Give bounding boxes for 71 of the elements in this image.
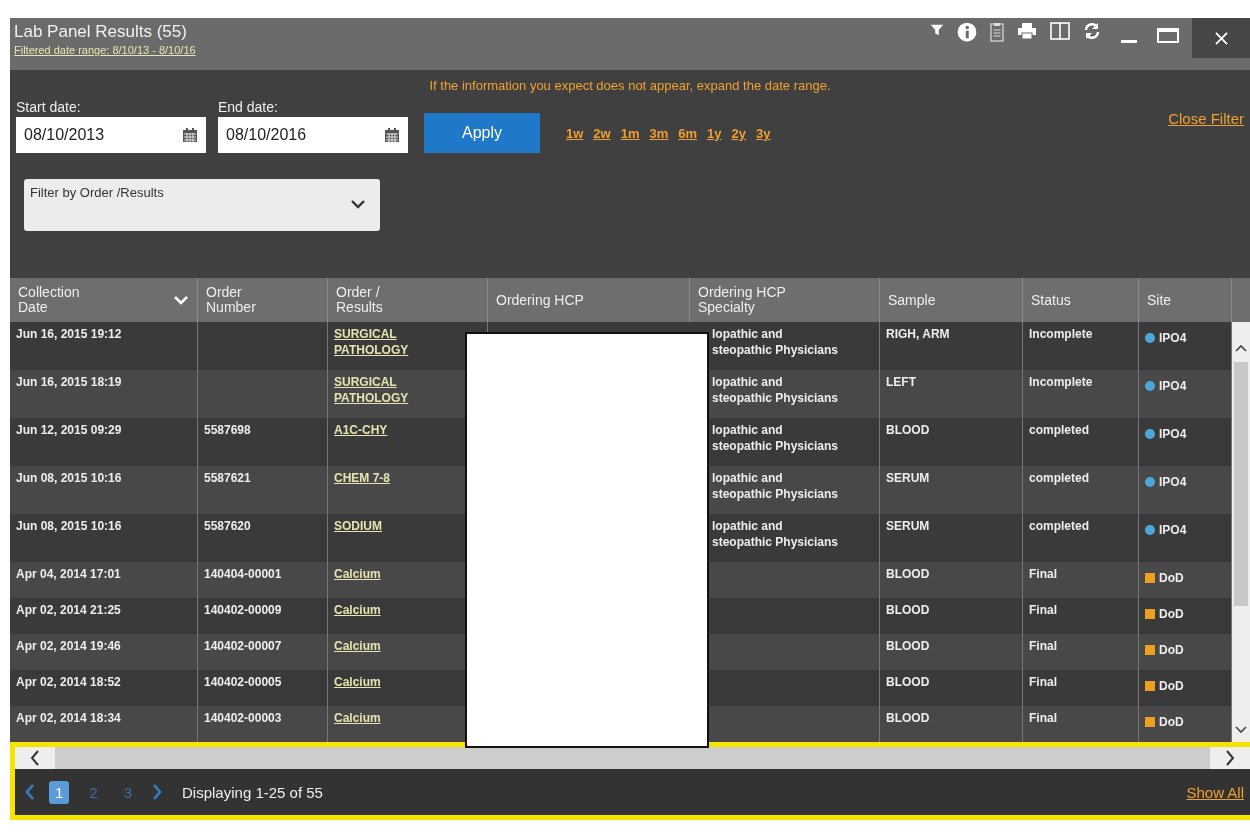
chevron-down-icon: [173, 295, 189, 305]
show-all-link[interactable]: Show All: [1186, 783, 1244, 801]
table-cell: lopathic and steopathic Physicians: [712, 375, 839, 405]
next-page-icon[interactable]: [152, 784, 163, 800]
order-results-dropdown[interactable]: Filter by Order /Results: [24, 179, 380, 231]
date-range-link[interactable]: 6m: [678, 126, 698, 141]
table-cell: lopathic and steopathic Physicians: [712, 519, 839, 549]
start-date-label: Start date:: [16, 99, 82, 115]
order-result-link[interactable]: Calcium: [334, 638, 381, 654]
order-result-link[interactable]: SURGICAL PATHOLOGY: [334, 326, 447, 358]
order-result-link[interactable]: A1C-CHY: [334, 422, 388, 438]
site-label: DoD: [1159, 714, 1184, 730]
close-filter-link[interactable]: Close Filter: [1168, 110, 1244, 127]
site-label: IPO4: [1159, 474, 1187, 490]
table-cell: Apr 02, 2014 18:34: [10, 706, 198, 742]
end-date-label: End date:: [218, 99, 279, 115]
date-range-notice: If the information you expect does not appear, expand the date range.: [428, 77, 832, 95]
date-range-link[interactable]: 3y: [756, 126, 771, 141]
chevron-down-icon[interactable]: [1235, 726, 1247, 734]
site-label: IPO4: [1159, 330, 1187, 346]
chevron-down-icon: [350, 199, 366, 209]
refresh-icon[interactable]: [1083, 22, 1101, 40]
order-result-link[interactable]: Calcium: [334, 674, 381, 690]
start-date-field[interactable]: 08/10/2013: [16, 117, 206, 153]
date-range-link[interactable]: 1m: [620, 126, 640, 141]
site-label: DoD: [1159, 642, 1184, 658]
info-icon[interactable]: [957, 22, 977, 42]
clipboard-icon[interactable]: [990, 22, 1004, 42]
page-number[interactable]: 1: [49, 780, 70, 804]
order-result-link[interactable]: Calcium: [334, 566, 381, 582]
date-range-link[interactable]: 1y: [707, 126, 722, 141]
site-label: DoD: [1159, 570, 1184, 586]
maximize-icon[interactable]: [1157, 26, 1179, 44]
filtered-date-range-link[interactable]: Filtered date range: 8/10/13 - 8/10/16: [14, 44, 196, 56]
date-range-link[interactable]: 2y: [731, 126, 746, 141]
close-button[interactable]: [1192, 18, 1250, 58]
date-range-link[interactable]: 2w: [593, 126, 611, 141]
table-cell: 140402-00003: [198, 706, 328, 742]
order-result-link[interactable]: SURGICAL PATHOLOGY: [334, 374, 447, 406]
apply-button[interactable]: Apply: [424, 113, 540, 153]
chevron-up-icon[interactable]: [1235, 344, 1247, 352]
chevron-right-icon[interactable]: [1225, 750, 1235, 766]
page-summary: Displaying 1-25 of 55: [182, 783, 323, 801]
site-label: IPO4: [1159, 426, 1187, 442]
order-result-link[interactable]: Calcium: [334, 710, 381, 726]
site-label: IPO4: [1159, 522, 1187, 538]
table-cell: lopathic and steopathic Physicians: [712, 471, 839, 501]
table-cell: lopathic and steopathic Physicians: [712, 423, 839, 453]
table-cell: Final: [1023, 706, 1139, 742]
calendar-icon[interactable]: [182, 127, 198, 143]
order-result-link[interactable]: CHEM 7-8: [334, 470, 390, 486]
chevron-left-icon[interactable]: [30, 750, 40, 766]
filter-icon[interactable]: [930, 22, 944, 38]
calendar-icon[interactable]: [384, 127, 400, 143]
table-cell: BLOOD: [880, 706, 1023, 742]
vertical-scrollbar[interactable]: [1232, 322, 1250, 742]
columns-icon[interactable]: [1050, 22, 1070, 40]
site-label: DoD: [1159, 678, 1184, 694]
print-icon[interactable]: [1017, 22, 1037, 40]
table-cell: lopathic and steopathic Physicians: [712, 327, 839, 357]
site-label: IPO4: [1159, 378, 1187, 394]
close-icon: [1214, 31, 1228, 45]
window-title: Lab Panel Results (55): [14, 22, 187, 42]
date-range-link[interactable]: 1w: [566, 126, 584, 141]
end-date-field[interactable]: 08/10/2016: [218, 117, 408, 153]
site-label: DoD: [1159, 606, 1184, 622]
horizontal-scrollbar[interactable]: [15, 747, 1250, 769]
date-range-link[interactable]: 3m: [649, 126, 669, 141]
order-result-link[interactable]: SODIUM: [334, 518, 382, 534]
order-result-link[interactable]: Calcium: [334, 602, 381, 618]
previous-page-icon[interactable]: [25, 784, 35, 800]
